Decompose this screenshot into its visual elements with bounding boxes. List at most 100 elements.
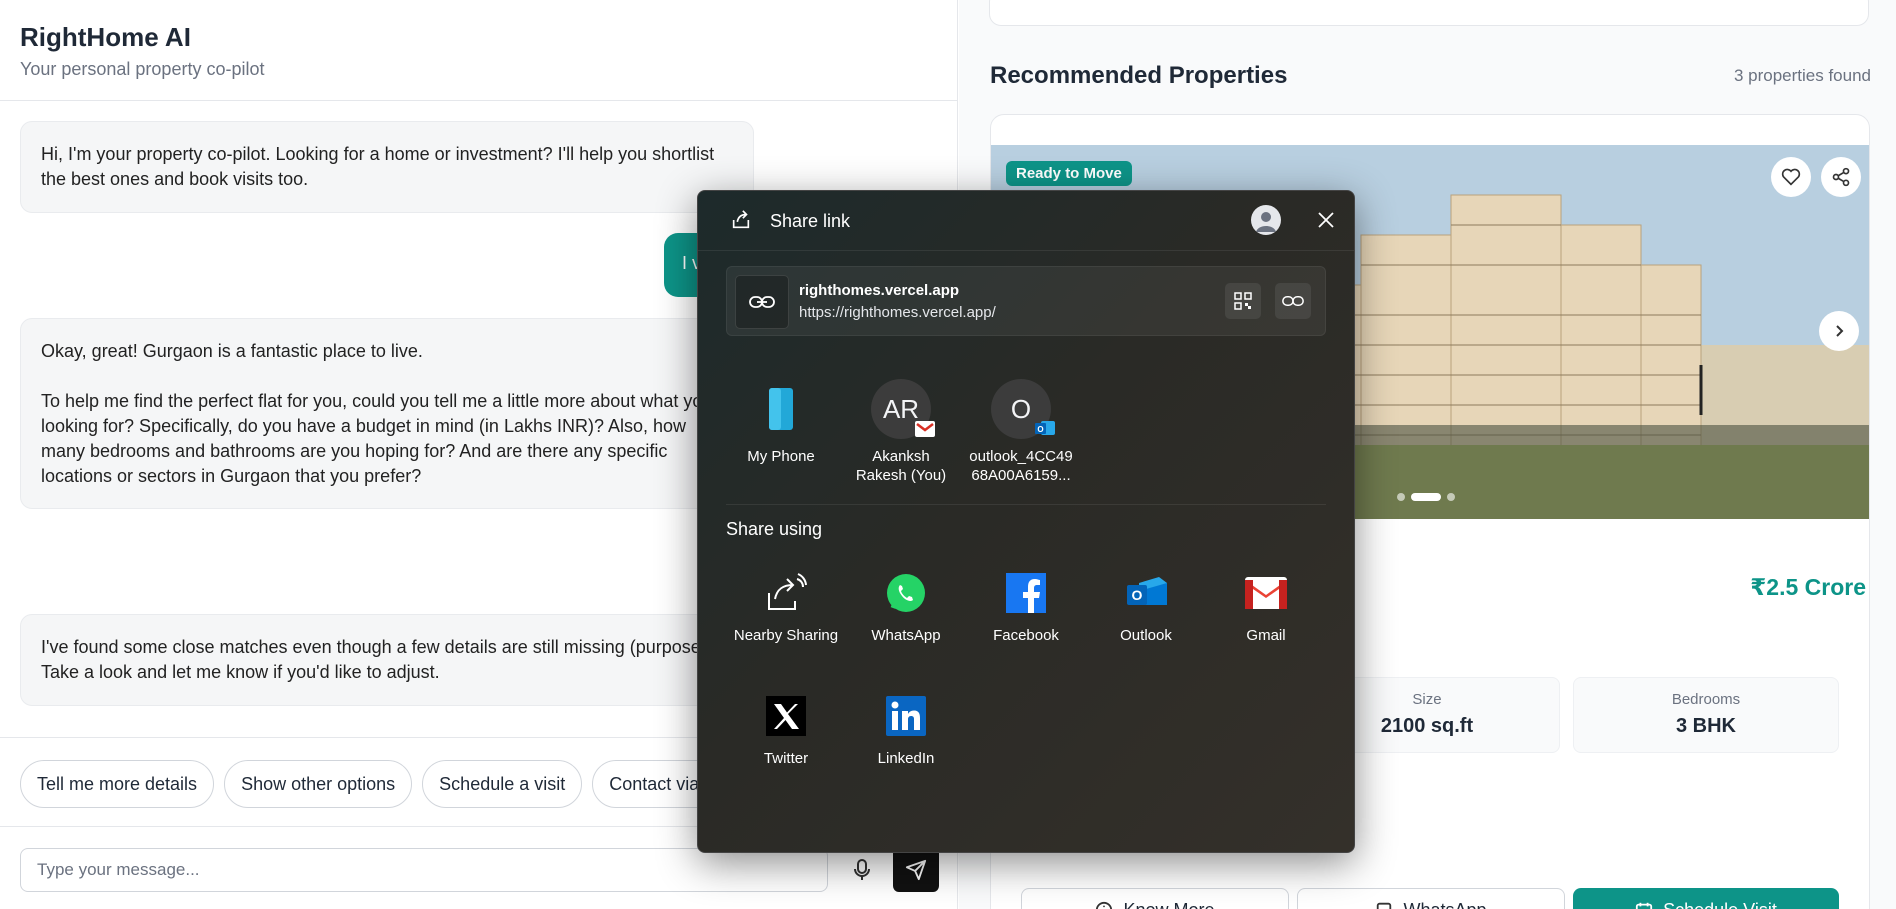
mic-button[interactable] xyxy=(842,848,882,892)
outlook-icon: O xyxy=(1124,571,1168,615)
app-label: Gmail xyxy=(1246,627,1286,644)
app-gmail[interactable]: Gmail xyxy=(1206,571,1326,644)
share-dialog: Share link righthomes.vercel.app https:/… xyxy=(697,190,1355,853)
copy-link-button[interactable] xyxy=(1275,283,1311,319)
chat-header: RightHome AI Your personal property co-p… xyxy=(0,0,957,101)
pagination-dot[interactable] xyxy=(1397,493,1405,501)
info-icon xyxy=(1096,901,1113,909)
heart-icon xyxy=(1781,168,1801,186)
button-label: Know More xyxy=(1123,900,1214,909)
next-image-button[interactable] xyxy=(1819,311,1859,351)
app-label: Nearby Sharing xyxy=(733,627,839,644)
share-icon xyxy=(1832,167,1850,187)
contact-name: Rakesh (You) xyxy=(855,467,947,484)
suggestion-chip-details[interactable]: Tell me more details xyxy=(20,760,215,808)
nearby-sharing-icon xyxy=(764,571,808,615)
link-preview: righthomes.vercel.app https://righthomes… xyxy=(726,266,1326,336)
status-badge: Ready to Move xyxy=(1006,161,1132,186)
app-twitter[interactable]: Twitter xyxy=(726,694,846,767)
share-dialog-title: Share link xyxy=(770,211,851,231)
property-price: ₹2.5 Crore xyxy=(1750,574,1866,600)
favorite-button[interactable] xyxy=(1771,157,1811,197)
suggestion-chip-schedule[interactable]: Schedule a visit xyxy=(422,760,583,808)
assistant-message: Hi, I'm your property co-pilot. Looking … xyxy=(20,121,754,213)
contact-my-phone[interactable]: My Phone xyxy=(726,379,836,466)
calendar-icon xyxy=(1636,902,1653,909)
properties-count: 3 properties found xyxy=(1733,66,1871,85)
know-more-button[interactable]: Know More xyxy=(1021,888,1289,909)
avatar[interactable] xyxy=(1251,205,1281,235)
button-label: WhatsApp xyxy=(1403,900,1486,909)
message-text: I've found some close matches even thoug… xyxy=(41,637,712,682)
share-button[interactable] xyxy=(1821,157,1861,197)
qr-code-icon xyxy=(1234,292,1252,310)
contact-name: Akanksh xyxy=(872,448,930,465)
facebook-icon xyxy=(1004,571,1048,615)
gmail-icon xyxy=(915,421,935,437)
qr-code-button[interactable] xyxy=(1225,283,1261,319)
link-title: righthomes.vercel.app xyxy=(799,282,960,299)
share-using-label: Share using xyxy=(726,519,823,539)
svg-text:O: O xyxy=(1132,587,1143,603)
stat-value: 3 BHK xyxy=(1675,715,1736,737)
stat-label: Bedrooms xyxy=(1671,691,1741,708)
link-url: https://righthomes.vercel.app/ xyxy=(799,304,996,321)
message-text: To help me find the perfect flat for you… xyxy=(41,391,732,486)
contact-name: 68A00A6159... xyxy=(971,467,1071,484)
app-whatsapp[interactable]: WhatsApp xyxy=(846,571,966,644)
message-text: Hi, I'm your property co-pilot. Looking … xyxy=(41,144,715,189)
phone-icon xyxy=(751,379,811,439)
divider xyxy=(726,504,1326,505)
svg-text:O: O xyxy=(1037,425,1043,434)
app-label: LinkedIn xyxy=(877,750,935,767)
close-icon xyxy=(1318,212,1334,228)
assistant-message: I've found some close matches even thoug… xyxy=(20,614,754,706)
whatsapp-icon xyxy=(1377,902,1392,909)
schedule-visit-button[interactable]: Schedule Visit xyxy=(1573,888,1839,909)
contact-outlook[interactable]: O O outlook_4CC49 68A00A6159... xyxy=(966,379,1076,485)
stat-bedrooms: Bedrooms 3 BHK xyxy=(1573,677,1839,753)
suggestion-chip-other-options[interactable]: Show other options xyxy=(224,760,413,808)
app-title: RightHome AI xyxy=(20,22,191,52)
pagination-dot-active[interactable] xyxy=(1411,493,1441,501)
link-icon xyxy=(735,275,789,329)
contact-name: My Phone xyxy=(747,448,815,465)
app-label: WhatsApp xyxy=(871,627,941,644)
assistant-message: Okay, great! Gurgaon is a fantastic plac… xyxy=(20,318,754,509)
app-facebook[interactable]: Facebook xyxy=(966,571,1086,644)
close-button[interactable] xyxy=(1313,207,1339,233)
link-icon xyxy=(1282,296,1304,306)
outlook-icon: O xyxy=(1035,421,1055,435)
recommendations-title: Recommended Properties xyxy=(990,62,1288,89)
pagination-dot[interactable] xyxy=(1447,493,1455,501)
contact-name: outlook_4CC49 xyxy=(969,448,1073,465)
suggestion-chips: Tell me more details Show other options … xyxy=(20,760,805,808)
chevron-right-icon xyxy=(1836,325,1844,337)
contact-initials: O xyxy=(1010,393,1032,424)
whatsapp-button[interactable]: WhatsApp xyxy=(1297,888,1565,909)
app-nearby-sharing[interactable]: Nearby Sharing xyxy=(726,571,846,644)
linkedin-icon xyxy=(884,694,928,738)
contact-avatar: AR xyxy=(871,379,935,439)
gmail-icon xyxy=(1244,571,1288,615)
mic-icon xyxy=(854,859,870,880)
app-label: Twitter xyxy=(763,750,809,767)
app-outlook[interactable]: O Outlook xyxy=(1086,571,1206,644)
share-dialog-header: Share link xyxy=(698,191,1354,251)
app-label: Facebook xyxy=(993,627,1059,644)
whatsapp-icon xyxy=(884,571,928,615)
previous-card xyxy=(989,0,1869,26)
button-label: Schedule Visit xyxy=(1663,900,1777,909)
contact-akanksh[interactable]: AR Akanksh Rakesh (You) xyxy=(846,379,956,485)
share-icon xyxy=(730,209,752,236)
message-text: Okay, great! Gurgaon is a fantastic plac… xyxy=(41,341,423,361)
send-icon xyxy=(905,859,927,881)
contact-avatar: O O xyxy=(991,379,1055,439)
message-input[interactable]: Type your message... xyxy=(20,848,828,892)
image-pagination xyxy=(1397,493,1455,501)
app-subtitle: Your personal property co-pilot xyxy=(20,59,265,79)
user-icon xyxy=(1256,212,1276,232)
send-button[interactable] xyxy=(893,848,939,892)
app-linkedin[interactable]: LinkedIn xyxy=(846,694,966,767)
contact-initials: AR xyxy=(882,393,920,424)
